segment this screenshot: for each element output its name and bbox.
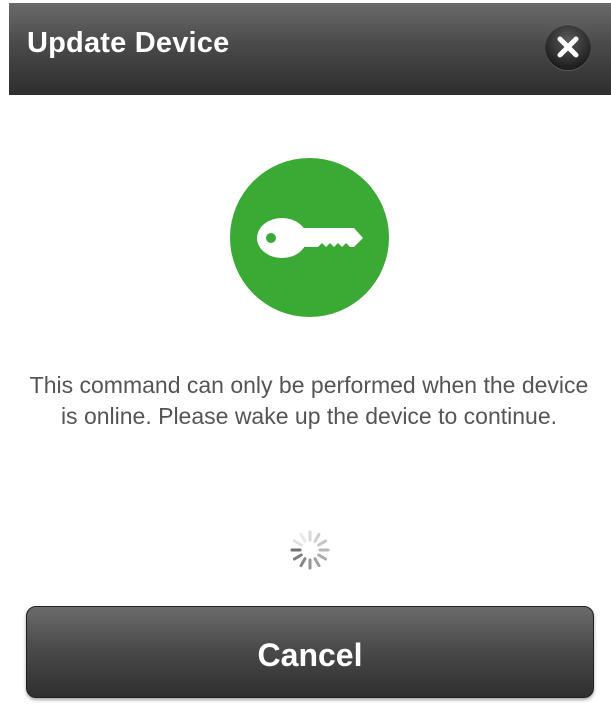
cancel-button-label: Cancel (257, 637, 363, 673)
update-device-dialog: Update Device This command can only be p… (0, 0, 611, 704)
spinner-icon (290, 530, 330, 570)
close-button[interactable] (545, 24, 591, 70)
dialog-header: Update Device (9, 3, 611, 95)
key-icon (257, 218, 363, 258)
key-badge (230, 158, 389, 317)
cancel-button[interactable]: Cancel (26, 606, 594, 698)
close-icon (557, 36, 579, 58)
dialog-title: Update Device (27, 27, 230, 59)
status-message: This command can only be performed when … (29, 372, 589, 429)
